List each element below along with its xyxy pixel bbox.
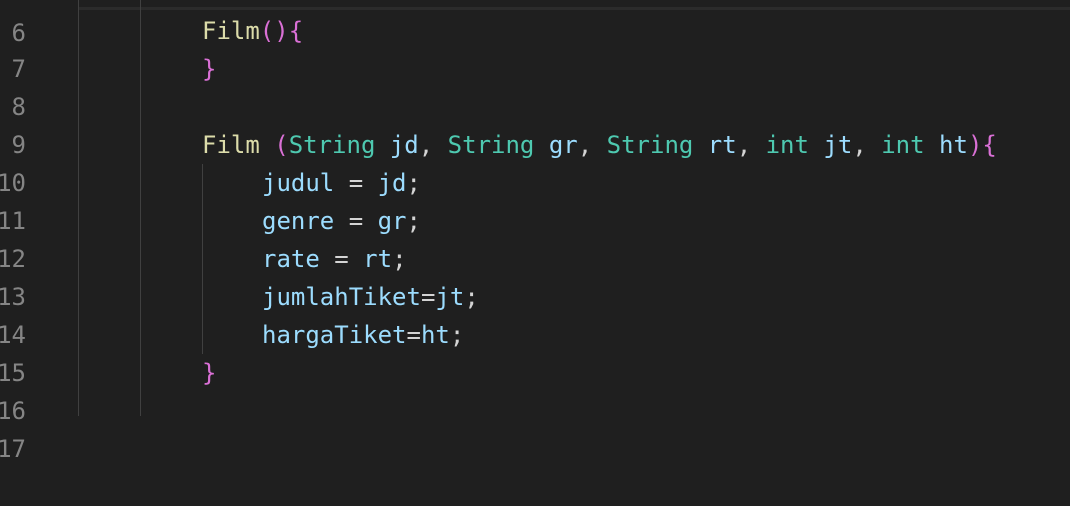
param-type: String	[288, 131, 376, 159]
param-name: gr	[377, 207, 407, 235]
param-name: ht	[939, 131, 968, 159]
param-type: int	[881, 131, 925, 159]
code-editor[interactable]: 6 7 Film(){ 8 } 9 10 Film (String jd, St…	[0, 0, 1070, 463]
code-line: 14 jumlahTiket=jt;	[0, 278, 1070, 349]
code-line: 7 Film(){	[0, 12, 1070, 83]
paren: (	[274, 131, 289, 159]
code-line: 8 }	[0, 50, 1070, 121]
field-name: judul	[262, 169, 335, 197]
param-name: gr	[548, 131, 578, 159]
field-name: jumlahTiket	[262, 283, 421, 311]
closing-brace: }	[202, 55, 217, 83]
field-name: rate	[262, 245, 320, 273]
paren: )	[967, 131, 983, 159]
line-number: 17	[0, 435, 26, 463]
constructor-name: Film	[202, 17, 260, 45]
code-line: 17	[0, 392, 1070, 463]
param-name: jd	[389, 131, 419, 159]
constructor-name: Film	[202, 131, 260, 159]
param-name: jt	[435, 283, 465, 311]
param-type: String	[447, 131, 535, 159]
param-name: rt	[707, 131, 737, 159]
code-line: 10 Film (String jd, String gr, String rt…	[0, 126, 1070, 197]
param-name: ht	[420, 321, 450, 349]
param-name: jt	[823, 131, 853, 159]
code-line: 15 hargaTiket=ht;	[0, 316, 1070, 387]
code-line: 9	[0, 88, 1070, 159]
param-type: String	[606, 131, 694, 159]
code-line: 16 }	[0, 354, 1070, 425]
param-name: jd	[377, 169, 407, 197]
param-type: int	[765, 131, 809, 159]
field-name: hargaTiket	[262, 321, 407, 349]
opening-brace: {	[982, 131, 997, 159]
code-line: 13 rate = rt;	[0, 240, 1070, 311]
bracket: (){	[259, 17, 304, 45]
code-line: 11 judul = jd;	[0, 164, 1070, 235]
field-name: genre	[262, 207, 335, 235]
closing-brace: }	[202, 359, 217, 387]
param-name: rt	[363, 245, 393, 273]
code-line: 12 genre = gr;	[0, 202, 1070, 273]
